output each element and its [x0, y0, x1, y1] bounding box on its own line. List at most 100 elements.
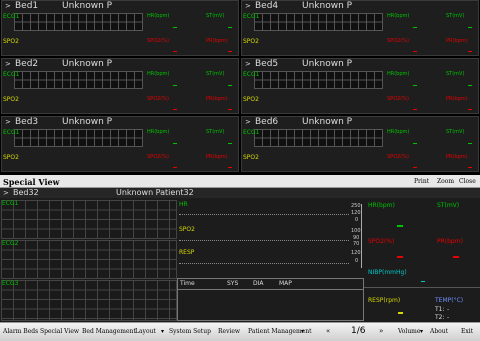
patient-name: Unknown P	[62, 59, 113, 69]
volume-dropdown-icon[interactable]: ▾	[420, 328, 423, 335]
special-view-titlebar: Special View Print Zoom Close	[0, 175, 480, 188]
st-value-dash	[228, 27, 232, 28]
bed-tile-bed6[interactable]: > Bed6 Unknown P ECG1 SPO2 HR(bpm) ST(mV) SPO2(…	[241, 116, 479, 172]
bed-tile-bed5[interactable]: > Bed5 Unknown P ECG1 SPO2 HR(bpm) ST(mV) SPO2(…	[241, 58, 479, 114]
alarm-beds-button[interactable]: Alarm Beds	[3, 328, 38, 335]
bed-name: Bed6	[255, 117, 279, 127]
system-setup-button[interactable]: System Setup	[169, 328, 211, 335]
hr-value-dash	[413, 85, 417, 86]
pr-value-dash	[228, 51, 232, 52]
chevron-right-icon[interactable]: >	[3, 190, 9, 197]
ecg-wave-area	[14, 71, 143, 89]
chevron-right-icon[interactable]: >	[5, 119, 11, 126]
resp-wave-label: RESP	[179, 249, 195, 256]
special-view-title: Special View	[3, 177, 60, 187]
special-view-button[interactable]: Special View	[40, 328, 79, 335]
pr-label: PR(bpm)	[206, 154, 228, 160]
table-header-time: Time	[180, 280, 195, 287]
spo2-dotted-line	[179, 240, 349, 241]
hr-label: HR(bpm)	[147, 13, 170, 19]
close-button[interactable]: Close	[459, 179, 476, 185]
ecg-label: ECG1	[243, 129, 260, 136]
patient-name: Unknown P	[302, 1, 353, 11]
ecg-wave-area	[254, 71, 383, 89]
layout-dropdown-icon[interactable]: ▾	[161, 328, 164, 335]
hr-dotted-line	[179, 214, 349, 215]
patient-name: Unknown P	[62, 1, 113, 11]
bed-header: > Bed2 Unknown P	[2, 59, 238, 70]
pr-label: PR(bpm)	[206, 96, 228, 102]
bed-tile-bed3[interactable]: > Bed3 Unknown P ECG1 SPO2 HR(bpm) ST(mV) SPO2(…	[1, 116, 239, 172]
hr-label: HR(bpm)	[387, 129, 410, 135]
sv-nibp-value-dash	[421, 281, 425, 282]
chevron-right-icon[interactable]: >	[245, 3, 251, 10]
sv-t1-label: T1:	[435, 306, 445, 313]
bed-header: > Bed5 Unknown P	[242, 59, 478, 70]
review-button[interactable]: Review	[218, 328, 240, 335]
sv-spo2-value-dash	[397, 256, 403, 258]
ecg-wave-area	[14, 13, 143, 31]
bed-management-button[interactable]: Bed Management	[82, 328, 136, 335]
prev-page-icon[interactable]: «	[326, 327, 330, 335]
spo2-wave-label: SPO2	[179, 226, 195, 233]
spo2-wave-label: SPO2	[3, 96, 19, 103]
volume-button[interactable]: Volume	[398, 328, 420, 335]
spo2-wave-label: SPO2	[3, 38, 19, 45]
patient-management-dropdown-icon[interactable]: ▾	[301, 328, 304, 335]
ecg3-wave-area	[1, 280, 177, 321]
bed-tile-bed2[interactable]: > Bed2 Unknown P ECG1 SPO2 HR(bpm) ST(mV) SPO2(…	[1, 58, 239, 114]
spo2-value-dash	[173, 167, 177, 168]
table-divider	[178, 289, 363, 290]
hr-value-dash	[173, 27, 177, 28]
nibp-table: Time SYS DIA MAP	[177, 278, 364, 321]
about-button[interactable]: About	[430, 328, 448, 335]
spo2-value-dash	[413, 167, 417, 168]
ecg2-label: ECG2	[2, 240, 19, 247]
sv-t2-label: T2:	[435, 314, 445, 321]
resp-scale-high: 120	[351, 250, 361, 256]
st-label: ST(mV)	[446, 71, 465, 77]
spo2-label: SPO2(%)	[387, 154, 409, 160]
pr-label: PR(bpm)	[206, 38, 228, 44]
spo2-label: SPO2(%)	[147, 96, 169, 102]
sv-t2-value: -	[447, 314, 450, 321]
exit-button[interactable]: Exit	[461, 328, 473, 335]
print-button[interactable]: Print	[414, 179, 429, 185]
bed-tile-bed4[interactable]: > Bed4 Unknown P ECG1 SPO2 HR(bpm) ST(mV) SPO2(…	[241, 0, 479, 56]
bed-name: Bed3	[15, 117, 39, 127]
layout-button[interactable]: Layout	[135, 328, 156, 335]
spo2-value-dash	[413, 51, 417, 52]
st-value-dash	[468, 27, 472, 28]
table-header-sys: SYS	[227, 280, 239, 287]
ecg-label: ECG1	[243, 13, 260, 20]
next-page-icon[interactable]: »	[379, 327, 383, 335]
hr-label: HR(bpm)	[147, 129, 170, 135]
pr-value-dash	[468, 109, 472, 110]
spo2-label: SPO2(%)	[147, 38, 169, 44]
sv-t1-value: -	[447, 306, 450, 313]
bed-name: Bed2	[15, 59, 39, 69]
resp-temp-divider	[364, 287, 480, 288]
hr-label: HR(bpm)	[147, 71, 170, 77]
sv-temp-label: TEMP(°C)	[435, 297, 464, 304]
bed-tile-bed1[interactable]: > Bed1 Unknown P ECG1 SPO2 HR(bpm) ST(mV) SPO2(…	[1, 0, 239, 56]
st-label: ST(mV)	[206, 13, 225, 19]
chevron-right-icon[interactable]: >	[245, 119, 251, 126]
pr-value-dash	[468, 167, 472, 168]
chevron-right-icon[interactable]: >	[5, 61, 11, 68]
ecg-wave-area	[254, 129, 383, 147]
hr-scale-high: 250	[351, 203, 361, 209]
pr-value-dash	[468, 51, 472, 52]
chevron-right-icon[interactable]: >	[245, 61, 251, 68]
ecg-label: ECG1	[3, 129, 20, 136]
spo2-scale-high: 100	[351, 228, 361, 234]
chevron-right-icon[interactable]: >	[5, 3, 11, 10]
spo2-value-dash	[413, 109, 417, 110]
zoom-button[interactable]: Zoom	[437, 179, 454, 185]
ecg-label: ECG1	[3, 13, 20, 20]
st-label: ST(mV)	[206, 71, 225, 77]
hr-value-dash	[173, 85, 177, 86]
hr-value-dash	[413, 27, 417, 28]
spo2-label: SPO2(%)	[387, 96, 409, 102]
spo2-wave-label: SPO2	[243, 154, 259, 161]
